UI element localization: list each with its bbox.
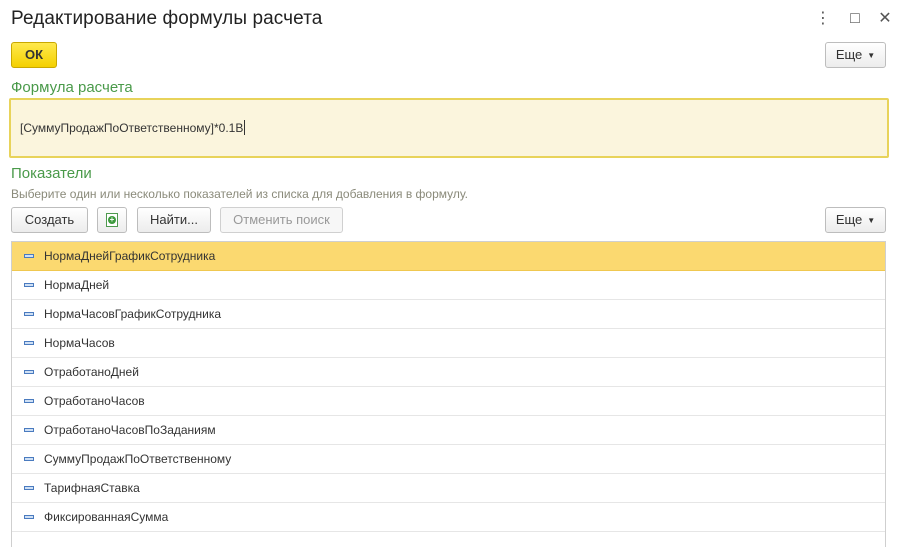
top-more-button[interactable]: Еще ▼ — [825, 42, 886, 68]
indicators-hint: Выберите один или несколько показателей … — [11, 187, 469, 201]
indicator-icon — [24, 370, 34, 374]
formula-value: [СуммуПродажПоОтветственному]*0.1В — [20, 121, 244, 135]
list-item[interactable]: НормаЧасов — [12, 329, 885, 358]
add-document-icon: + — [106, 213, 118, 227]
cancel-search-button[interactable]: Отменить поиск — [220, 207, 343, 233]
indicator-icon — [24, 312, 34, 316]
indicator-icon — [24, 515, 34, 519]
formula-text[interactable]: [СуммуПродажПоОтветственному]*0.1В — [20, 120, 246, 135]
list-item[interactable]: ФиксированнаяСумма — [12, 503, 885, 532]
list-more-button[interactable]: Еще ▼ — [825, 207, 886, 233]
list-item[interactable]: ОтработаноДней — [12, 358, 885, 387]
list-item[interactable]: НормаДнейГрафикСотрудника — [12, 242, 885, 271]
text-cursor — [244, 120, 246, 135]
list-item[interactable]: ОтработаноЧасовПоЗаданиям — [12, 416, 885, 445]
chevron-down-icon: ▼ — [867, 216, 876, 225]
indicator-icon — [24, 486, 34, 490]
close-icon[interactable]: ✕ — [875, 9, 895, 29]
chevron-down-icon: ▼ — [867, 51, 876, 60]
formula-input[interactable]: [СуммуПродажПоОтветственному]*0.1В — [9, 98, 889, 158]
list-item-label: НормаДней — [44, 278, 110, 292]
list-item[interactable]: НормаДней — [12, 271, 885, 300]
list-item[interactable]: ОтработаноЧасов — [12, 387, 885, 416]
maximize-icon[interactable]: □ — [845, 9, 865, 29]
list-item-label: ТарифнаяСтавка — [44, 481, 140, 495]
indicators-section-title: Показатели — [11, 165, 92, 182]
list-item-label: НормаЧасовГрафикСотрудника — [44, 307, 222, 321]
indicator-icon — [24, 399, 34, 403]
list-item-label: ОтработаноДней — [44, 365, 139, 379]
list-item[interactable]: НормаЧасовГрафикСотрудника — [12, 300, 885, 329]
list-item-label: НормаЧасов — [44, 336, 115, 350]
list-item-label: НормаДнейГрафикСотрудника — [44, 249, 216, 263]
more-actions-icon[interactable]: ⋮ — [813, 9, 833, 29]
create-button[interactable]: Создать — [11, 207, 88, 233]
indicator-icon — [24, 341, 34, 345]
list-item-label: ОтработаноЧасовПоЗаданиям — [44, 423, 216, 437]
window-title: Редактирование формулы расчета — [11, 8, 323, 29]
list-item-label: ОтработаноЧасов — [44, 394, 145, 408]
list-item-label: ФиксированнаяСумма — [44, 510, 169, 524]
find-button[interactable]: Найти... — [137, 207, 211, 233]
list-more-label: Еще — [835, 212, 863, 227]
add-from-file-button[interactable]: + — [97, 207, 127, 233]
formula-section-title: Формула расчета — [11, 79, 133, 96]
indicators-list[interactable]: НормаДнейГрафикСотрудника НормаДней НормаЧ… — [11, 241, 886, 547]
indicator-icon — [24, 457, 34, 461]
list-item[interactable]: ТарифнаяСтавка — [12, 474, 885, 503]
title-bar: Редактирование формулы расчета ⋮ □ ✕ — [0, 0, 902, 40]
indicator-icon — [24, 254, 34, 258]
indicator-icon — [24, 428, 34, 432]
ok-button[interactable]: ОК — [11, 42, 57, 68]
top-more-label: Еще — [835, 47, 863, 62]
list-item-label: СуммуПродажПоОтветственному — [44, 452, 232, 466]
list-item[interactable]: СуммуПродажПоОтветственному — [12, 445, 885, 474]
indicator-icon — [24, 283, 34, 287]
